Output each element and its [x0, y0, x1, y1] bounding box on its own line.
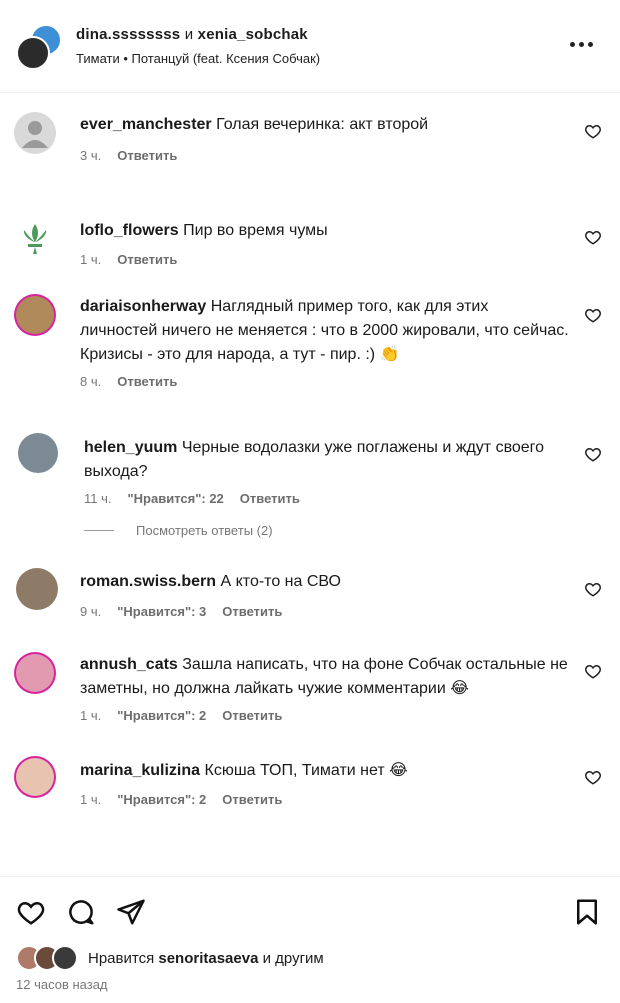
comment-time: 9 ч.: [80, 604, 102, 619]
view-replies-button[interactable]: Посмотреть ответы (2): [84, 523, 273, 538]
comment-text: ever_manchester Голая вечеринка: акт вто…: [80, 113, 570, 137]
comment-username[interactable]: marina_kulizina: [80, 762, 200, 779]
comment-body: Ксюша ТОП, Тимати нет 😂: [204, 762, 408, 779]
likes-suffix[interactable]: и другим: [258, 950, 324, 967]
comment-text: marina_kulizina Ксюша ТОП, Тимати нет 😂: [80, 759, 570, 783]
reply-button[interactable]: Ответить: [240, 491, 300, 506]
comment-username[interactable]: roman.swiss.bern: [80, 573, 216, 590]
share-send-icon[interactable]: [116, 897, 146, 927]
comment-meta: 1 ч. "Нравится": 2 Ответить: [80, 708, 282, 723]
comment-time: 1 ч.: [80, 252, 102, 267]
avatar[interactable]: [16, 758, 54, 796]
likes-summary[interactable]: Нравится senoritasaeva и другим: [16, 945, 324, 971]
comment-time: 11 ч.: [84, 491, 112, 506]
comment-text: helen_yuum Черные водолазки уже поглажен…: [84, 436, 574, 484]
comment-body: А кто-то на СВО: [220, 573, 341, 590]
avatar: [52, 945, 78, 971]
comment-text: annush_cats Зашла написать, что на фоне …: [80, 653, 570, 701]
heart-icon[interactable]: [584, 768, 602, 786]
reply-button[interactable]: Ответить: [117, 252, 177, 267]
comment-meta: 3 ч. Ответить: [80, 148, 177, 163]
view-replies-label[interactable]: Посмотреть ответы (2): [136, 523, 273, 538]
audio-track[interactable]: Тимати • Потанцуй (feat. Ксения Собчак): [76, 51, 320, 66]
comment-text: dariaisonherway Наглядный пример того, к…: [80, 295, 570, 367]
comment-time: 1 ч.: [80, 708, 102, 723]
avatar[interactable]: [14, 218, 56, 260]
comment-meta: 1 ч. Ответить: [80, 252, 177, 267]
post-actions: Нравится senoritasaeva и другим 12 часов…: [0, 876, 620, 1003]
like-heart-icon[interactable]: [16, 897, 46, 927]
comment-meta: 11 ч. "Нравится": 22 Ответить: [84, 491, 300, 506]
replies-divider: [84, 530, 114, 531]
post-header: dina.ssssssss и xenia_sobchak Тимати • П…: [0, 0, 620, 93]
avatar[interactable]: [18, 433, 58, 473]
comment-username[interactable]: helen_yuum: [84, 439, 177, 456]
reply-button[interactable]: Ответить: [222, 604, 282, 619]
heart-icon[interactable]: [584, 580, 602, 598]
comment-username[interactable]: loflo_flowers: [80, 222, 179, 239]
comment-meta: 1 ч. "Нравится": 2 Ответить: [80, 792, 282, 807]
comment-meta: 8 ч. Ответить: [80, 374, 177, 389]
reply-button[interactable]: Ответить: [117, 148, 177, 163]
heart-icon[interactable]: [584, 228, 602, 246]
comment-username[interactable]: annush_cats: [80, 656, 178, 673]
reply-button[interactable]: Ответить: [222, 708, 282, 723]
author-username[interactable]: dina.ssssssss: [76, 26, 180, 43]
bookmark-icon[interactable]: [572, 897, 602, 927]
likes-count[interactable]: "Нравится": 3: [117, 604, 206, 619]
comment-username[interactable]: ever_manchester: [80, 116, 212, 133]
authors-joiner: и: [180, 26, 198, 43]
post-authors[interactable]: dina.ssssssss и xenia_sobchak: [76, 26, 308, 43]
reply-button[interactable]: Ответить: [222, 792, 282, 807]
comment-meta: 9 ч. "Нравится": 3 Ответить: [80, 604, 282, 619]
likes-text: Нравится senoritasaeva и другим: [88, 950, 324, 967]
avatar: [16, 36, 50, 70]
likes-count[interactable]: "Нравится": 2: [117, 792, 206, 807]
post-time: 12 часов назад: [16, 977, 108, 992]
reply-button[interactable]: Ответить: [117, 374, 177, 389]
comment-bubble-icon[interactable]: [66, 897, 96, 927]
comment-text: roman.swiss.bern А кто-то на СВО: [80, 570, 570, 594]
heart-icon[interactable]: [584, 445, 602, 463]
comment-body: Пир во время чумы: [183, 222, 328, 239]
avatar[interactable]: [16, 654, 54, 692]
heart-icon[interactable]: [584, 122, 602, 140]
avatar[interactable]: [14, 112, 56, 154]
likes-count[interactable]: "Нравится": 2: [117, 708, 206, 723]
liker-username[interactable]: senoritasaeva: [158, 950, 258, 967]
coauthor-username[interactable]: xenia_sobchak: [198, 26, 308, 43]
comment-username[interactable]: dariaisonherway: [80, 298, 206, 315]
header-avatars[interactable]: [16, 24, 62, 70]
avatar[interactable]: [16, 296, 54, 334]
comment-time: 3 ч.: [80, 148, 102, 163]
likes-count[interactable]: "Нравится": 22: [128, 491, 224, 506]
comment-time: 8 ч.: [80, 374, 102, 389]
comment-body: Голая вечеринка: акт второй: [216, 116, 429, 133]
heart-icon[interactable]: [584, 662, 602, 680]
fleur-de-lis-icon: [23, 224, 47, 254]
likes-prefix: Нравится: [88, 949, 159, 967]
comment-text: loflo_flowers Пир во время чумы: [80, 219, 570, 243]
avatar[interactable]: [16, 568, 58, 610]
comment-time: 1 ч.: [80, 792, 102, 807]
heart-icon[interactable]: [584, 306, 602, 324]
more-horizontal-icon[interactable]: [570, 36, 598, 52]
